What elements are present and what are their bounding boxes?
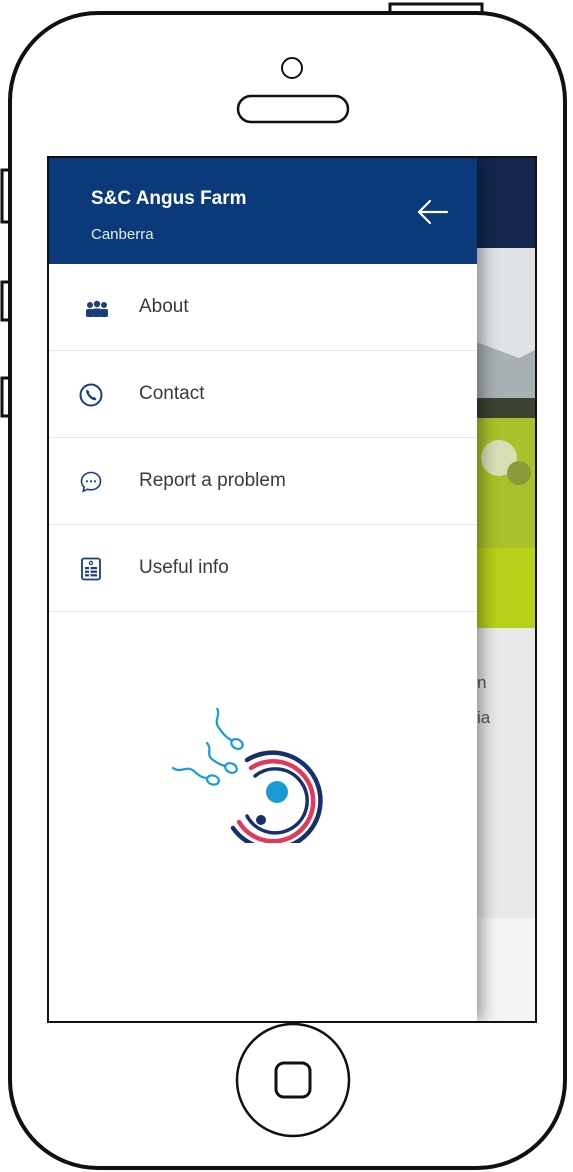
phone-icon [79,383,103,407]
menu-item-label: Useful info [139,557,229,578]
menu-item-about[interactable]: About [49,264,477,351]
farm-location: Canberra [91,226,154,243]
menu-item-report-a-problem[interactable]: Report a problem [49,438,477,525]
back-button[interactable] [415,196,451,228]
phone-screen: n ia S&C Angus Farm Canberra About Conta… [47,156,537,1023]
menu-item-label: Contact [139,383,205,404]
farm-name: S&C Angus Farm [91,188,247,209]
chat-bubble-icon [80,471,102,493]
app-logo [171,708,323,843]
navigation-drawer: S&C Angus Farm Canberra About Contact Re… [49,158,477,1021]
drawer-header: S&C Angus Farm Canberra [49,158,477,264]
menu-item-label: Report a problem [139,470,286,491]
menu-item-useful-info[interactable]: Useful info [49,525,477,612]
people-icon [86,300,108,317]
menu-item-label: About [139,296,189,317]
background-partial-text: n [477,673,487,692]
menu-item-contact[interactable]: Contact [49,351,477,438]
background-partial-text: ia [477,708,491,727]
arrow-left-icon [417,199,449,225]
drawer-menu: About Contact Report a problem Useful in… [49,264,477,612]
document-icon [81,557,101,581]
